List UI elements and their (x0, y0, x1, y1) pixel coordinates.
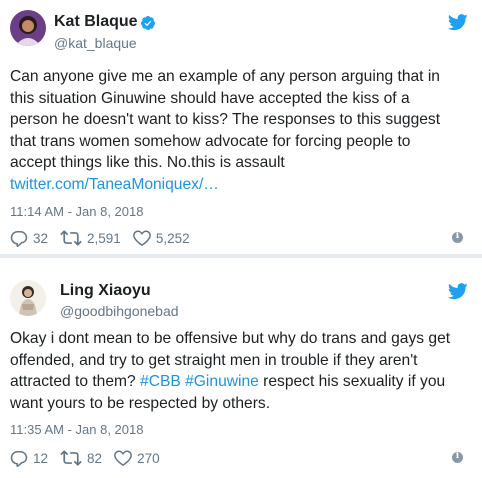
author-name[interactable]: Kat Blaque (54, 13, 138, 31)
tweet-card[interactable]: Ling Xiaoyu @goodbihgonebad Okay i dont … (0, 258, 482, 478)
tweet-text-line: attracted to them? #CBB #Ginuwine respec… (10, 371, 476, 393)
reply-icon (10, 450, 28, 467)
tweet-text-segment: respect his sexuality if you (263, 373, 446, 390)
tweet-text: Can anyone give me an example of any per… (10, 66, 476, 195)
heart-icon (114, 450, 132, 466)
like-button[interactable]: 270 (114, 450, 160, 466)
retweet-button[interactable]: 2,591 (60, 230, 121, 246)
heart-icon (132, 230, 151, 246)
tweet-timestamp[interactable]: 11:35 AM - Jan 8, 2018 (10, 422, 143, 437)
tweet-text: Okay i dont mean to be offensive but why… (10, 328, 476, 414)
retweet-button[interactable]: 82 (60, 450, 102, 466)
retweet-icon (60, 230, 82, 246)
info-icon[interactable]: i (452, 231, 463, 243)
like-count: 270 (137, 450, 160, 466)
tweet-text-line: this situation Ginuwine should have acce… (10, 89, 410, 107)
hashtag-link[interactable]: #CBB (140, 373, 181, 390)
tweet-timestamp[interactable]: 11:14 AM - Jan 8, 2018 (10, 204, 143, 219)
tweet-text-segment: attracted to them? (10, 373, 136, 390)
like-count: 5,252 (155, 230, 190, 246)
reply-button[interactable]: 32 (10, 230, 48, 247)
avatar[interactable] (10, 10, 46, 46)
tweet-text-line: accept things like this. No.this is assa… (10, 154, 285, 171)
reply-count: 12 (33, 450, 49, 466)
author-name[interactable]: Ling Xiaoyu (60, 282, 151, 300)
tweet-link[interactable]: twitter.com/TaneaMoniquex/… (10, 174, 476, 196)
reply-button[interactable]: 12 (10, 450, 48, 467)
tweet-actions: 12 82 270 (10, 449, 172, 467)
twitter-bird-icon[interactable] (448, 283, 468, 300)
tweet-text-line: that trans women somehow advocate for fo… (10, 132, 411, 150)
hashtag-link[interactable]: #Ginuwine (185, 373, 259, 390)
tweet-text-line: offended, and try to get straight men in… (10, 351, 418, 369)
twitter-bird-icon[interactable] (448, 14, 468, 31)
retweet-count: 82 (87, 450, 103, 466)
author-handle[interactable]: @goodbihgonebad (60, 303, 179, 319)
tweet-text-line: person he doesn't want to kiss? The resp… (10, 111, 441, 128)
tweet-text-line: want yours to be respected by others. (10, 394, 271, 412)
tweet-text-line: Can anyone give me an example of any per… (10, 68, 440, 85)
tweet-actions: 32 2,591 5,252 (10, 229, 202, 247)
tweet-text-line: Okay i dont mean to be offensive but why… (10, 330, 451, 347)
info-icon[interactable]: i (452, 451, 463, 463)
author-handle[interactable]: @kat_blaque (54, 35, 137, 51)
retweet-icon (60, 450, 82, 466)
tweet-card[interactable]: Kat Blaque @kat_blaque Can anyone give m… (0, 0, 482, 254)
avatar[interactable] (10, 280, 46, 316)
reply-icon (10, 230, 28, 247)
retweet-count: 2,591 (87, 230, 121, 246)
reply-count: 32 (33, 230, 49, 246)
verified-badge-icon (140, 16, 155, 30)
like-button[interactable]: 5,252 (132, 230, 190, 246)
